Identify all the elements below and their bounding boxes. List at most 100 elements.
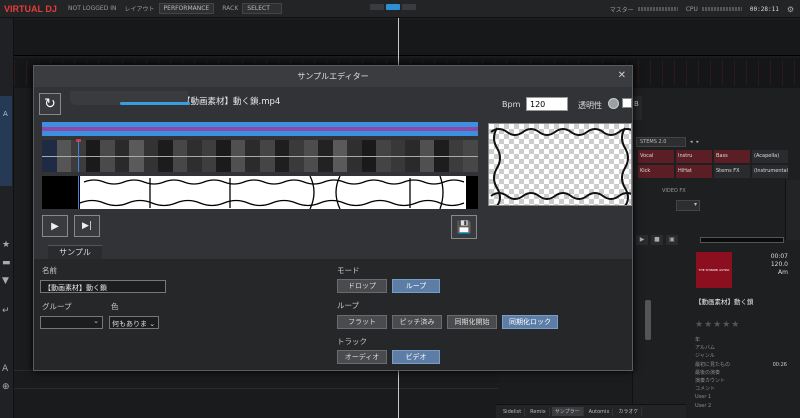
filter-icon[interactable]: ▼ bbox=[2, 272, 14, 290]
deck-indicators[interactable] bbox=[370, 4, 416, 10]
transport-mini: ▶ ■ ▣ bbox=[636, 234, 692, 246]
clock: 00:28:11 bbox=[749, 5, 779, 13]
tab-automix[interactable]: Automix bbox=[586, 407, 614, 416]
chevron-down-icon: ⌄ bbox=[93, 317, 99, 325]
settings-gear-icon[interactable]: ⚙ bbox=[787, 5, 794, 14]
loop-sync-start-button[interactable]: 同期化開始 bbox=[447, 315, 497, 329]
next-button[interactable]: ▶| bbox=[74, 215, 100, 237]
star-icon[interactable]: ★ bbox=[2, 236, 14, 254]
master-label: マスター bbox=[609, 6, 634, 14]
close-icon[interactable]: ✕ bbox=[618, 70, 626, 81]
mode-label: モード bbox=[337, 266, 360, 275]
info-row: 最初に見たもの 00:26 bbox=[695, 361, 787, 368]
layout-label: レイアウト bbox=[124, 6, 155, 13]
track-times: 00:07 120.0 Am bbox=[760, 253, 788, 277]
stem-kick[interactable]: Kick bbox=[638, 165, 674, 178]
group-label: グループ bbox=[42, 302, 72, 311]
save-button[interactable]: 💾 bbox=[451, 215, 477, 239]
video-fx-select[interactable]: ▾ bbox=[676, 200, 700, 211]
info-row: User 2 bbox=[695, 402, 712, 409]
stem-instrumental[interactable]: (Instrumental) bbox=[752, 165, 788, 178]
info-row: アルバム bbox=[695, 345, 715, 352]
chain-preview bbox=[490, 127, 631, 205]
info-row: 最後の演奏 bbox=[695, 369, 721, 376]
mini-play-button[interactable]: ▶ bbox=[636, 235, 648, 245]
group-select[interactable]: ⌄ bbox=[40, 316, 103, 329]
top-right-status: マスター CPU 00:28:11 ⚙ bbox=[610, 0, 794, 18]
reload-button[interactable]: ↻ bbox=[39, 93, 61, 115]
loop-flat-button[interactable]: フラット bbox=[337, 315, 387, 329]
deck-a-tab[interactable]: A bbox=[0, 96, 12, 186]
dialog-titlebar[interactable]: サンプルエディター ✕ bbox=[34, 66, 632, 87]
loop-pitched-button[interactable]: ピッチ済み bbox=[392, 315, 442, 329]
background-waveform bbox=[14, 20, 800, 56]
tab-sidelist[interactable]: Sidelist bbox=[500, 407, 526, 416]
opacity-knob[interactable] bbox=[608, 98, 619, 109]
folder-icon[interactable]: ▬ bbox=[2, 254, 14, 272]
indicator-3[interactable] bbox=[402, 4, 416, 10]
rating-stars[interactable]: ★★★★★ bbox=[695, 320, 740, 330]
browser-divider bbox=[14, 388, 498, 389]
layout-select[interactable]: PERFORMANCE bbox=[158, 3, 215, 14]
name-label: 名前 bbox=[42, 266, 57, 275]
video-cursor bbox=[78, 176, 79, 209]
stems-bar: STEMS 2.0 ◂ ▸ bbox=[636, 136, 786, 148]
color-select[interactable]: 何もありま ⌄ bbox=[109, 316, 159, 329]
info-row: ジャンル bbox=[695, 353, 715, 360]
indicator-2[interactable] bbox=[386, 4, 400, 10]
tab-sampler[interactable]: サンプラー bbox=[551, 407, 584, 416]
cover-art: THE SHINOBI ASTRO bbox=[696, 252, 732, 288]
track-audio-button[interactable]: オーディオ bbox=[337, 350, 387, 364]
loop-sync-lock-button[interactable]: 同期化ロック bbox=[502, 315, 558, 329]
overview-waveform[interactable] bbox=[42, 122, 478, 136]
stem-instru[interactable]: Instru bbox=[676, 150, 712, 163]
dialog-title: サンプルエディター bbox=[297, 72, 369, 81]
stem-acapella[interactable]: (Acapella) bbox=[752, 150, 788, 163]
background-browser bbox=[14, 370, 498, 418]
stem-fx[interactable]: Stems FX bbox=[714, 165, 750, 178]
text-size-icon[interactable]: A bbox=[2, 360, 14, 378]
play-icon: ▶ bbox=[51, 220, 59, 232]
indicator-1[interactable] bbox=[370, 4, 384, 10]
name-input[interactable]: 【動画素材】動く鎖 bbox=[40, 280, 166, 293]
track-progress-bar[interactable] bbox=[700, 237, 784, 243]
video-thumbnail-strip[interactable] bbox=[42, 176, 478, 209]
info-row: コメント bbox=[695, 386, 716, 393]
mode-loop-button[interactable]: ループ bbox=[392, 279, 440, 293]
track-bpm: 120.0 bbox=[770, 261, 788, 268]
info-row: User 1 bbox=[695, 394, 712, 401]
opacity-checkbox[interactable] bbox=[622, 98, 632, 108]
stems-select[interactable]: STEMS 2.0 bbox=[636, 137, 686, 147]
right-vertical-strip bbox=[785, 180, 800, 240]
video-frames bbox=[80, 176, 466, 209]
tab-karaoke[interactable]: カラオケ bbox=[615, 407, 643, 416]
bpm-label: Bpm bbox=[502, 100, 521, 109]
stems-arrow-icon[interactable]: ◂ bbox=[690, 139, 693, 145]
reload-icon: ↻ bbox=[44, 96, 56, 112]
back-icon[interactable]: ↵ bbox=[2, 302, 14, 320]
stems-arrow-right-icon[interactable]: ▸ bbox=[697, 139, 700, 145]
tab-remix[interactable]: Remix bbox=[527, 407, 550, 416]
bpm-input[interactable]: 120 bbox=[526, 97, 568, 111]
mini-stop-button[interactable]: ■ bbox=[651, 235, 663, 245]
mini-cue-button[interactable]: ▣ bbox=[666, 235, 678, 245]
stem-vocal[interactable]: Vocal bbox=[638, 150, 674, 163]
login-status[interactable]: NOT LOGGED IN bbox=[68, 5, 117, 12]
track-video-button[interactable]: ビデオ bbox=[392, 350, 440, 364]
redacted-underline bbox=[120, 102, 190, 105]
zoom-icon[interactable]: ⊕ bbox=[2, 378, 14, 396]
chain-pattern bbox=[80, 176, 465, 209]
opacity-label: 透明性 bbox=[578, 101, 602, 110]
deck-a-label: A bbox=[3, 110, 8, 118]
skip-next-icon: ▶| bbox=[82, 221, 92, 231]
video-fx-label: VIDEO FX bbox=[662, 188, 686, 194]
stem-hihat[interactable]: HiHat bbox=[676, 165, 712, 178]
rack-select[interactable]: SELECT bbox=[242, 3, 283, 14]
mode-drop-button[interactable]: ドロップ bbox=[337, 279, 387, 293]
stem-bass[interactable]: Bass bbox=[714, 150, 750, 163]
deck-b-tab[interactable]: B bbox=[632, 96, 642, 120]
tab-sample[interactable]: サンプル bbox=[48, 245, 102, 259]
track-label: トラック bbox=[337, 337, 367, 346]
scrollbar[interactable] bbox=[645, 300, 651, 340]
play-button[interactable]: ▶ bbox=[42, 215, 68, 237]
